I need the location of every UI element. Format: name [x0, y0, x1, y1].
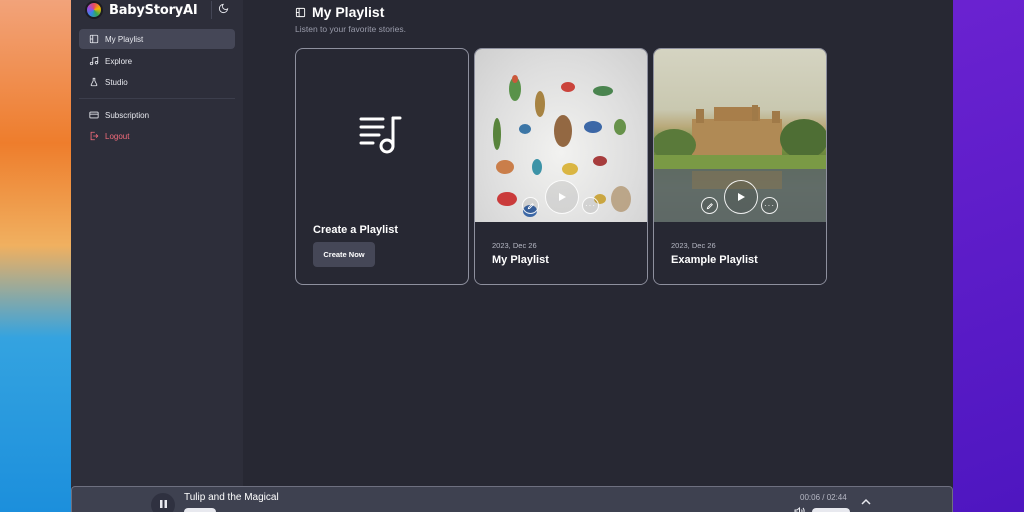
- playlist-title: Example Playlist: [671, 254, 758, 266]
- create-playlist-card[interactable]: Create a Playlist Create Now: [295, 48, 469, 285]
- credit-card-icon: [89, 111, 99, 119]
- more-icon: ···: [764, 200, 775, 210]
- sidebar-item-logout[interactable]: Logout: [79, 126, 235, 146]
- sidebar-item-studio[interactable]: Studio: [79, 72, 235, 92]
- create-playlist-title: Create a Playlist: [313, 224, 398, 236]
- play-icon: [559, 193, 566, 201]
- playlist-card[interactable]: ··· 2023, Dec 26 My Playlist: [474, 48, 648, 285]
- pencil-icon: [527, 202, 534, 209]
- page-subtitle: Listen to your favorite stories.: [295, 24, 407, 34]
- page-title-text: My Playlist: [312, 4, 385, 20]
- sidebar-item-label: Studio: [105, 77, 128, 87]
- progress-slider[interactable]: [184, 508, 216, 512]
- moon-icon: [218, 3, 229, 14]
- sidebar-item-label: My Playlist: [105, 34, 144, 44]
- playlist-info: 2023, Dec 26 Example Playlist: [654, 222, 826, 284]
- sidebar-item-explore[interactable]: Explore: [79, 51, 235, 71]
- page-title: My Playlist: [295, 4, 384, 20]
- playlist-info: 2023, Dec 26 My Playlist: [475, 222, 647, 284]
- edit-button[interactable]: [522, 197, 539, 214]
- play-button[interactable]: [724, 180, 758, 214]
- volume-slider[interactable]: [812, 508, 850, 512]
- track-title: Tulip and the Magical: [184, 492, 279, 503]
- sidebar-item-label: Subscription: [105, 110, 150, 120]
- logo-icon: [85, 1, 103, 19]
- brand[interactable]: BabyStoryAI: [85, 1, 198, 19]
- pencil-icon: [706, 202, 713, 209]
- volume-icon[interactable]: [794, 507, 806, 512]
- playback-time: 00:06 / 02:44: [800, 493, 847, 502]
- sidebar-divider: [79, 98, 235, 99]
- logout-icon: [90, 131, 99, 141]
- flask-icon: [90, 77, 98, 87]
- more-options-button[interactable]: ···: [582, 197, 599, 214]
- sidebar-item-my-playlist[interactable]: My Playlist: [79, 29, 235, 49]
- brand-name: BabyStoryAI: [109, 2, 198, 18]
- sidebar: BabyStoryAI My Playlist Explore Studio S…: [71, 0, 243, 486]
- pause-icon: [159, 500, 167, 508]
- main-content: My Playlist Listen to your favorite stor…: [243, 0, 953, 486]
- audio-player: Tulip and the Magical 00:06 / 02:44: [71, 486, 953, 512]
- edit-button[interactable]: [701, 197, 718, 214]
- create-now-button[interactable]: Create Now: [313, 242, 375, 267]
- playlist-icon: [295, 7, 306, 17]
- playlist-add-icon: [359, 116, 402, 154]
- sidebar-item-label: Logout: [105, 131, 130, 141]
- more-options-button[interactable]: ···: [761, 197, 778, 214]
- sidebar-item-subscription[interactable]: Subscription: [79, 105, 235, 125]
- app-window: BabyStoryAI My Playlist Explore Studio S…: [71, 0, 953, 512]
- pause-button[interactable]: [151, 493, 175, 512]
- playlist-icon: [89, 34, 99, 44]
- playlist-date: 2023, Dec 26: [671, 241, 716, 250]
- playlist-card[interactable]: ··· 2023, Dec 26 Example Playlist: [653, 48, 827, 285]
- sidebar-item-label: Explore: [105, 56, 133, 66]
- theme-toggle-button[interactable]: [211, 1, 229, 19]
- chevron-up-icon[interactable]: [861, 498, 871, 506]
- play-icon: [738, 193, 745, 201]
- playlist-title: My Playlist: [492, 254, 549, 266]
- play-button[interactable]: [545, 180, 579, 214]
- music-note-icon: [89, 56, 99, 66]
- more-icon: ···: [585, 200, 596, 210]
- playlist-date: 2023, Dec 26: [492, 241, 537, 250]
